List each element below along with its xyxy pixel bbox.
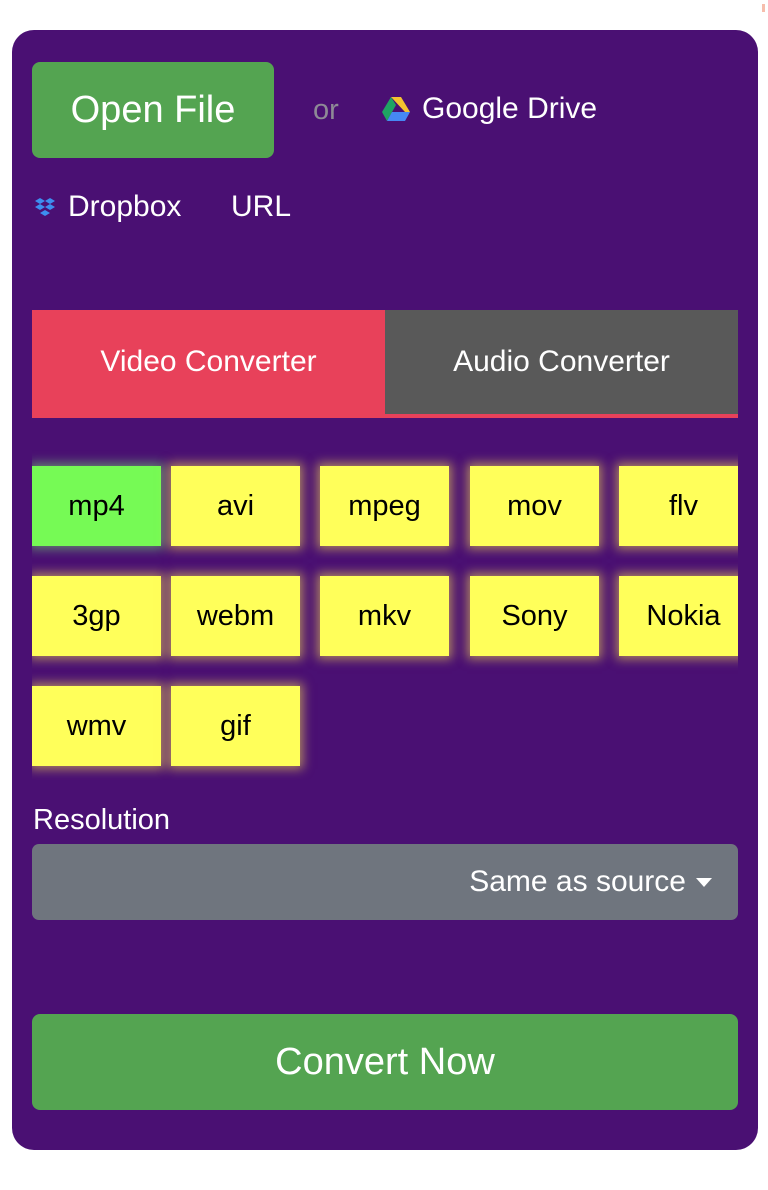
convert-now-button[interactable]: Convert Now — [32, 1014, 738, 1110]
google-drive-label: Google Drive — [422, 92, 598, 125]
format-mpeg[interactable]: mpeg — [320, 466, 449, 546]
url-link[interactable]: URL — [231, 190, 291, 224]
format-wmv[interactable]: wmv — [32, 686, 161, 766]
format-mov[interactable]: mov — [470, 466, 599, 546]
format-grid: mp4 avi mpeg mov flv 3gp webm mkv Sony N… — [32, 450, 738, 780]
open-file-button[interactable]: Open File — [32, 62, 274, 158]
format-mkv[interactable]: mkv — [320, 576, 449, 656]
resolution-select[interactable]: Same as source — [32, 844, 738, 920]
converter-panel: Open File or Google Drive Dropbox URL Vi… — [12, 30, 758, 1150]
or-separator: or — [313, 94, 339, 126]
format-avi[interactable]: avi — [171, 466, 300, 546]
resolution-label: Resolution — [33, 804, 171, 836]
corner-mark — [762, 4, 765, 12]
google-drive-icon — [382, 97, 410, 121]
format-flv[interactable]: flv — [619, 466, 738, 546]
tab-audio-converter[interactable]: Audio Converter — [385, 310, 738, 414]
google-drive-link[interactable]: Google Drive — [382, 92, 597, 126]
dropbox-icon — [35, 198, 55, 216]
format-webm[interactable]: webm — [171, 576, 300, 656]
converter-tabs: Video Converter Audio Converter — [32, 310, 738, 418]
caret-down-icon — [696, 877, 712, 887]
dropbox-link[interactable]: Dropbox — [34, 190, 181, 224]
dropbox-label: Dropbox — [68, 190, 182, 223]
format-mp4[interactable]: mp4 — [32, 466, 161, 546]
format-nokia[interactable]: Nokia — [619, 576, 738, 656]
format-sony[interactable]: Sony — [470, 576, 599, 656]
resolution-value: Same as source — [469, 865, 686, 898]
format-gif[interactable]: gif — [171, 686, 300, 766]
format-3gp[interactable]: 3gp — [32, 576, 161, 656]
tab-video-converter[interactable]: Video Converter — [32, 310, 385, 414]
